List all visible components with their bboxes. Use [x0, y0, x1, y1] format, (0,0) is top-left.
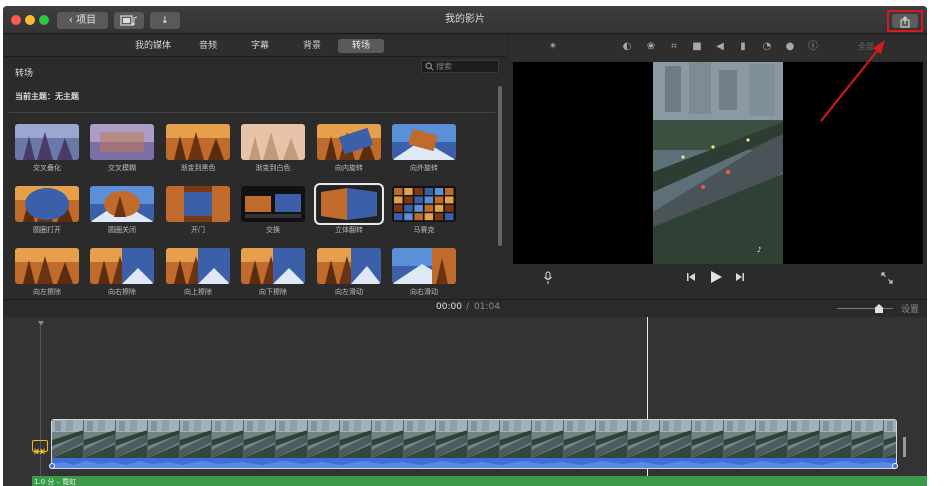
transition-thumbnail[interactable]	[90, 124, 154, 160]
window-title: 我的影片	[445, 14, 485, 25]
share-icon	[900, 16, 910, 28]
magic-wand-icon[interactable]: ✶	[547, 41, 559, 53]
transition-thumbnail[interactable]	[317, 124, 381, 160]
transition-thumbnail[interactable]	[317, 248, 381, 284]
tab-audio[interactable]: 音频	[193, 39, 223, 53]
audio-fade-handle-end[interactable]	[892, 463, 898, 469]
annotation-arrow	[820, 40, 885, 122]
transition-thumbnail[interactable]	[90, 248, 154, 284]
volume-icon[interactable]: ◀	[714, 41, 726, 53]
transition-label: 交叉叠化	[33, 164, 61, 172]
transition-label: 开门	[191, 226, 205, 234]
transition-label: 向右擦除	[108, 288, 136, 296]
transition-thumbnail[interactable]	[15, 124, 79, 160]
settings-button[interactable]: 设置	[901, 302, 919, 315]
play-icon[interactable]	[709, 269, 723, 288]
current-theme-label: 当前主题：无主题	[15, 92, 79, 101]
audio-fade-handle-start[interactable]	[49, 463, 55, 469]
transition-thumbnail[interactable]	[166, 248, 230, 284]
transition-thumbnail[interactable]	[241, 124, 305, 160]
color-palette-icon[interactable]: ❀	[645, 41, 657, 53]
transition-thumbnail[interactable]	[314, 183, 384, 225]
filter-icon[interactable]: ●	[784, 41, 796, 53]
transition-label: 圆圈打开	[33, 226, 61, 234]
zoom-slider-track[interactable]	[837, 308, 893, 309]
share-button[interactable]	[892, 14, 918, 28]
tab-backgrounds[interactable]: 背景	[297, 39, 327, 53]
browser-tabs-bar: 我的媒体 音频 字幕 背景 转场	[3, 35, 506, 57]
browser-section-title: 转场	[15, 69, 34, 79]
video-clip[interactable]	[51, 419, 897, 469]
current-time: 00:00	[436, 302, 462, 312]
browser-divider	[9, 112, 495, 113]
tab-transitions[interactable]: 转场	[338, 39, 384, 53]
timeline: 1.0 分 – 霓虹	[3, 317, 927, 486]
time-separator: /	[466, 302, 470, 312]
transition-label: 向内旋转	[335, 164, 363, 172]
svg-text:♪: ♪	[757, 246, 761, 254]
transition-label: 马赛克	[413, 226, 435, 234]
transition-label: 渐变到白色	[255, 164, 291, 172]
skip-forward-icon[interactable]	[735, 271, 745, 286]
equalizer-icon[interactable]: ▮	[737, 41, 749, 53]
transition-label: 圆圈关闭	[108, 226, 136, 234]
browser-scrollbar[interactable]	[498, 86, 502, 246]
color-balance-icon[interactable]: ◐	[621, 41, 633, 53]
transition-label: 向左擦除	[33, 288, 61, 296]
fullscreen-icon[interactable]	[881, 272, 893, 287]
search-icon	[425, 62, 434, 71]
timeline-start-line	[40, 326, 41, 486]
transition-label: 向外旋转	[410, 164, 438, 172]
transition-thumbnail[interactable]	[392, 248, 456, 284]
transition-icon	[34, 448, 45, 455]
search-placeholder: 搜索	[436, 62, 452, 71]
music-track-label: 1.0 分 – 霓虹	[34, 478, 77, 486]
skip-back-icon[interactable]	[686, 271, 696, 286]
total-time: 01:04	[474, 302, 500, 312]
timeline-header: 00:00 / 01:04 设置	[3, 299, 927, 316]
transition-label: 向上擦除	[184, 288, 212, 296]
crop-icon[interactable]: ⌗	[668, 41, 680, 53]
video-camera-icon[interactable]: ■	[691, 41, 703, 53]
microphone-icon[interactable]	[543, 271, 553, 288]
transition-label: 立体翻转	[335, 226, 363, 234]
zoom-slider-knob[interactable]	[875, 304, 883, 313]
timeline-start-marker	[38, 321, 44, 326]
transition-thumbnail[interactable]	[241, 248, 305, 284]
tab-my-media[interactable]: 我的媒体	[131, 39, 175, 53]
transition-label: 交换	[266, 226, 280, 234]
search-field[interactable]: 搜索	[421, 60, 499, 73]
video-preview-image: ♪	[653, 62, 783, 264]
transition-label: 渐变到黑色	[180, 164, 216, 172]
transition-thumbnail[interactable]	[15, 186, 79, 222]
timeline-scrollbar[interactable]	[903, 437, 906, 457]
transition-label: 向下擦除	[259, 288, 287, 296]
clip-filmstrip	[52, 420, 896, 468]
transition-thumbnail[interactable]	[90, 186, 154, 222]
transition-thumbnail[interactable]	[15, 248, 79, 284]
transition-thumbnail[interactable]	[241, 186, 305, 222]
transition-thumbnail[interactable]	[392, 124, 456, 160]
background-music-track[interactable]: 1.0 分 – 霓虹	[32, 476, 927, 486]
speed-icon[interactable]: ◔	[761, 41, 773, 53]
title-bar: ‹ 项目 ↓ 我的影片	[3, 6, 927, 34]
transition-marker[interactable]	[32, 440, 48, 455]
transition-thumbnail[interactable]	[392, 186, 456, 222]
imovie-window: ‹ 项目 ↓ 我的影片 我的媒体 音频 字幕 背景 转场 转场 搜索 当前主题：…	[3, 6, 927, 486]
transition-thumbnail[interactable]	[166, 124, 230, 160]
tab-titles[interactable]: 字幕	[245, 39, 275, 53]
transition-thumbnail[interactable]	[166, 186, 230, 222]
video-frame: ♪	[653, 62, 783, 264]
transition-label: 向左滑动	[335, 288, 363, 296]
share-highlight-box	[887, 10, 923, 32]
transition-label: 向右滑动	[410, 288, 438, 296]
transition-label: 交叉模糊	[108, 164, 136, 172]
